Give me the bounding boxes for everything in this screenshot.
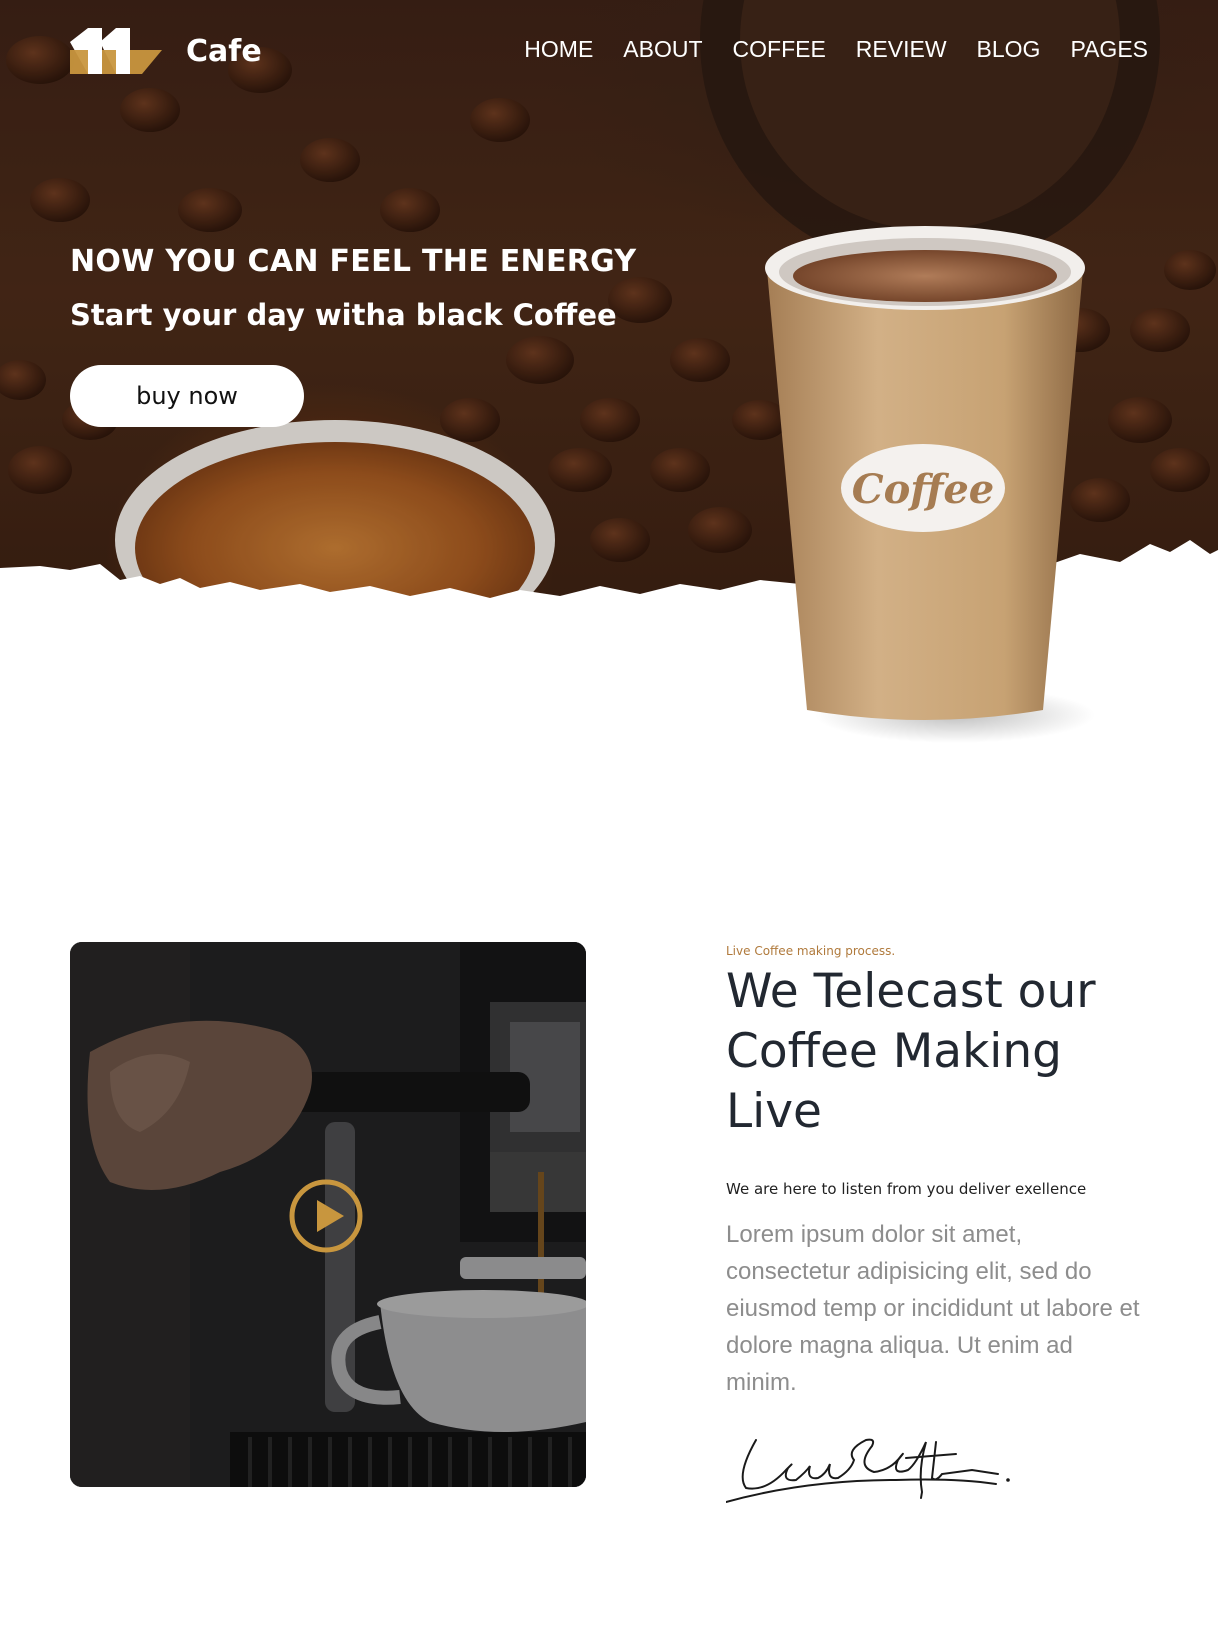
brand-name[interactable]: Cafe xyxy=(186,34,262,69)
top-navbar: Cafe HOME ABOUT COFFEE REVIEW BLOG PAGES xyxy=(0,28,1218,78)
hero-headline: NOW YOU CAN FEEL THE ENERGY xyxy=(70,244,637,279)
cup-label: Coffee xyxy=(852,466,995,513)
signature-image xyxy=(726,1438,1010,1503)
section-kicker: Live Coffee making process. xyxy=(726,944,896,958)
hero-subheadline: Start your day witha black Coffee xyxy=(70,298,617,332)
brand-logo-icon[interactable] xyxy=(70,28,162,76)
section-body: Lorem ipsum dolor sit amet, consectetur … xyxy=(726,1221,1140,1396)
section-tagline: We are here to listen from you deliver e… xyxy=(726,1180,1087,1198)
play-circle-icon[interactable] xyxy=(288,1178,364,1254)
nav-coffee[interactable]: COFFEE xyxy=(733,36,826,63)
nav-review[interactable]: REVIEW xyxy=(856,36,947,63)
live-video-thumbnail[interactable] xyxy=(70,942,586,1487)
nav-about[interactable]: ABOUT xyxy=(623,36,702,63)
coffee-cup-image: Coffee xyxy=(765,226,1095,743)
nav-blog[interactable]: BLOG xyxy=(977,36,1041,63)
main-menu: HOME ABOUT COFFEE REVIEW BLOG PAGES xyxy=(524,36,1148,63)
nav-pages[interactable]: PAGES xyxy=(1070,36,1148,63)
section-title: We Telecast our Coffee Making Live xyxy=(726,964,1096,1139)
buy-now-button[interactable]: buy now xyxy=(70,365,304,427)
nav-home[interactable]: HOME xyxy=(524,36,593,63)
